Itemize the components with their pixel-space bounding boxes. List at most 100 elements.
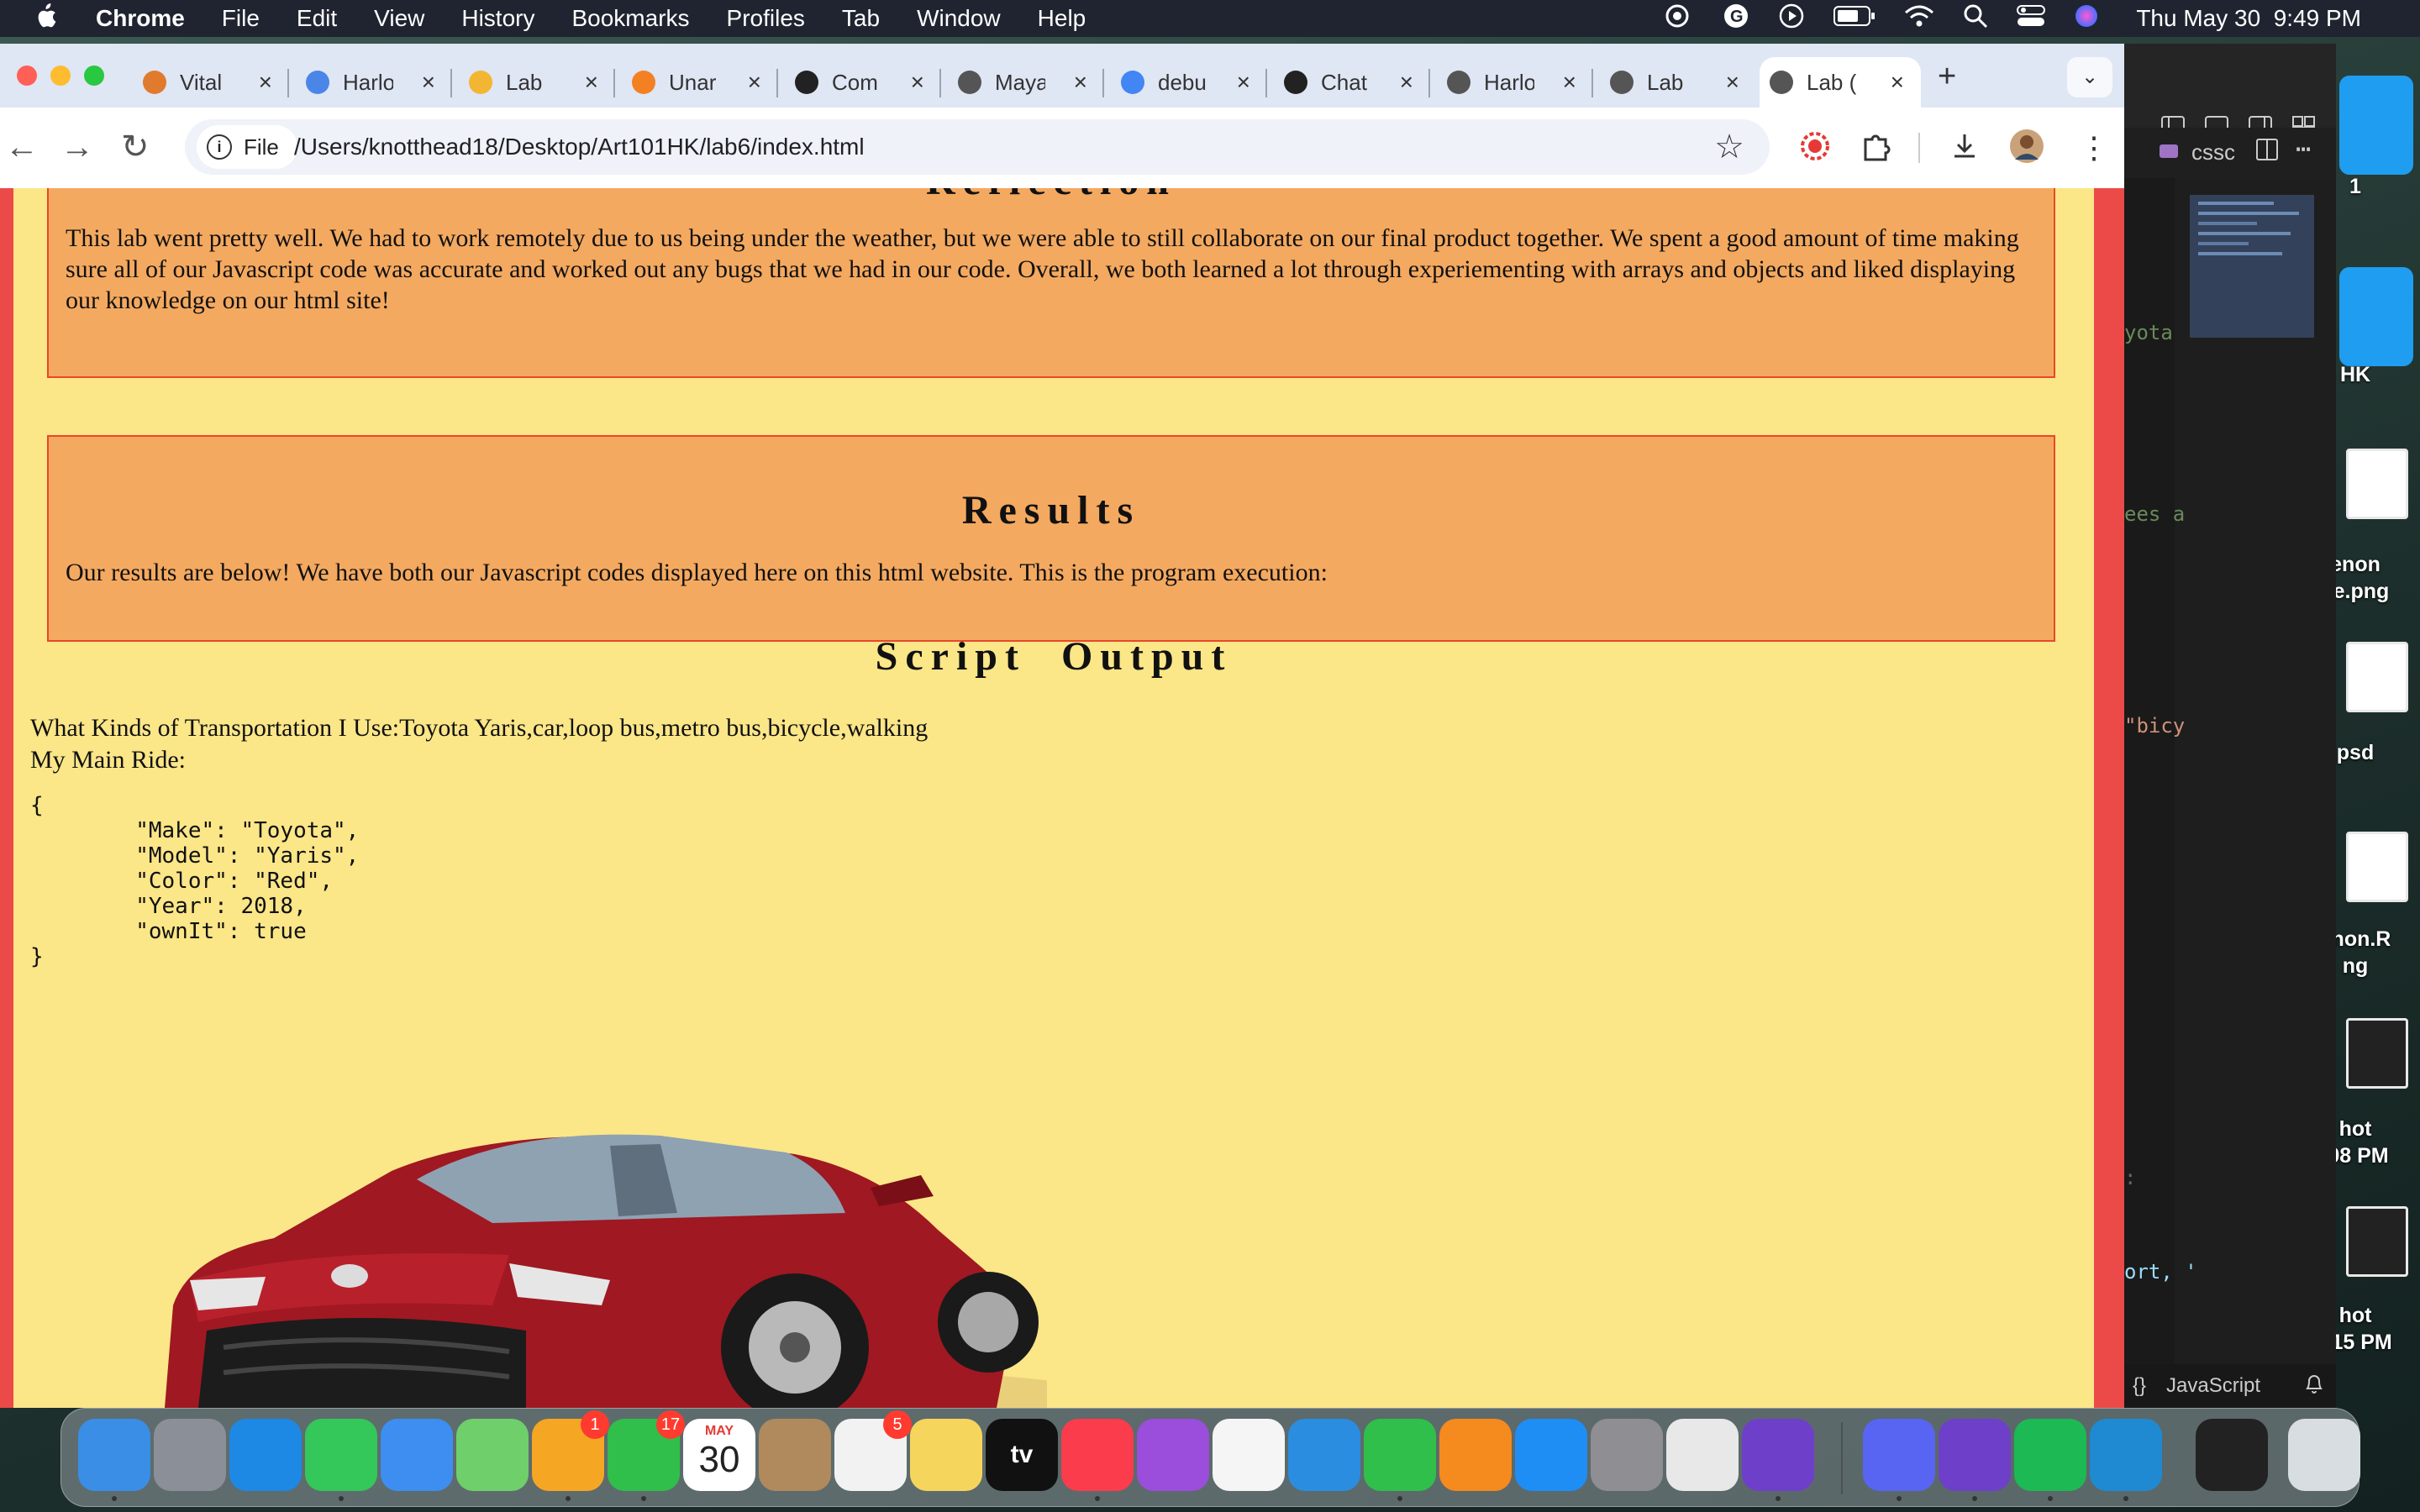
minimize-window-button[interactable]	[50, 66, 71, 86]
menu-view[interactable]: View	[374, 5, 424, 32]
menu-file[interactable]: File	[222, 5, 260, 32]
site-info-chip[interactable]: i File	[197, 125, 297, 169]
browser-tab[interactable]: Lab ×	[469, 57, 598, 108]
trash-icon[interactable]	[2288, 1419, 2360, 1491]
browser-tab[interactable]: Com ×	[795, 57, 924, 108]
close-tab-icon[interactable]: ×	[1237, 69, 1250, 96]
finder-icon[interactable]	[78, 1419, 150, 1491]
browser-tab[interactable]: Harlo ×	[306, 57, 435, 108]
browser-tab[interactable]: Harlo ×	[1447, 57, 1576, 108]
appstore-icon[interactable]	[1515, 1419, 1587, 1491]
settings-icon[interactable]	[1591, 1419, 1663, 1491]
close-tab-icon[interactable]: ×	[585, 69, 598, 96]
calendar-icon[interactable]: MAY 30	[683, 1419, 755, 1491]
menu-profiles[interactable]: Profiles	[727, 5, 805, 32]
close-tab-icon[interactable]: ×	[1563, 69, 1576, 96]
github-desktop-icon[interactable]	[1742, 1419, 1814, 1491]
chrome-icon[interactable]	[1666, 1419, 1739, 1491]
more-actions-icon[interactable]: ⋯	[2296, 134, 2311, 164]
desktop-image-thumb-icon[interactable]	[2346, 832, 2408, 902]
extensions-puzzle-icon[interactable]	[1860, 131, 1891, 168]
news-icon[interactable]	[1213, 1419, 1285, 1491]
safari-icon[interactable]	[229, 1419, 302, 1491]
creative-cloud-icon[interactable]	[1660, 3, 1694, 34]
siri-icon[interactable]	[2074, 3, 2099, 34]
menu-help[interactable]: Help	[1038, 5, 1086, 32]
url-text[interactable]: /Users/knotthead18/Desktop/Art101HK/lab6…	[294, 119, 865, 175]
reload-button[interactable]: ↻	[121, 126, 150, 168]
vscode-tab-label[interactable]: cssc	[2191, 139, 2235, 165]
close-tab-icon[interactable]: ×	[1726, 69, 1739, 96]
split-editor-icon[interactable]	[2255, 138, 2279, 165]
numbers-icon[interactable]	[1364, 1419, 1436, 1491]
downloads-icon[interactable]	[1949, 131, 1980, 168]
screenshot-thumb-icon[interactable]	[2196, 1419, 2268, 1491]
menu-bookmarks[interactable]: Bookmarks	[571, 5, 689, 32]
browser-tab[interactable]: Unar ×	[632, 57, 761, 108]
app-menu-chrome[interactable]: Chrome	[96, 5, 185, 32]
reminders-icon[interactable]: 5	[834, 1410, 912, 1491]
spotlight-search-icon[interactable]	[1963, 3, 1988, 34]
photos-icon[interactable]: 1	[532, 1410, 609, 1491]
tab-search-button[interactable]: ⌄	[2067, 57, 2112, 97]
tv-icon[interactable]: tv	[986, 1419, 1058, 1491]
close-tab-icon[interactable]: ×	[911, 69, 924, 96]
battery-icon[interactable]	[1833, 5, 1876, 33]
desktop-screenshot-thumb-icon[interactable]	[2346, 1206, 2408, 1277]
vscode-icon[interactable]	[2090, 1419, 2162, 1491]
close-tab-icon[interactable]: ×	[422, 69, 435, 96]
wifi-icon[interactable]	[1904, 4, 1934, 34]
forward-button[interactable]: →	[60, 126, 94, 168]
chrome-menu-icon[interactable]: ⋮	[2079, 131, 2109, 165]
music-icon[interactable]	[1061, 1419, 1134, 1491]
bookmark-star-icon[interactable]: ☆	[1714, 124, 1744, 170]
clock[interactable]: Thu May 30 9:49 PM	[2136, 5, 2361, 32]
contacts-icon[interactable]	[759, 1419, 831, 1491]
browser-tab[interactable]: Chat ×	[1284, 57, 1413, 108]
vscode-minimap[interactable]	[2190, 195, 2314, 338]
close-tab-icon[interactable]: ×	[748, 69, 761, 96]
close-window-button[interactable]	[17, 66, 37, 86]
browser-tab[interactable]: Maya ×	[958, 57, 1087, 108]
github-desktop-icon[interactable]	[1939, 1419, 2011, 1491]
new-tab-button[interactable]: +	[1938, 59, 1956, 95]
browser-tab[interactable]: debu ×	[1121, 57, 1250, 108]
back-button[interactable]: ←	[5, 126, 39, 168]
grammarly-icon[interactable]: G	[1723, 3, 1749, 35]
zoom-window-button[interactable]	[84, 66, 104, 86]
maps-icon[interactable]	[456, 1419, 529, 1491]
menu-history[interactable]: History	[461, 5, 534, 32]
menu-window[interactable]: Window	[917, 5, 1001, 32]
profile-avatar[interactable]	[2008, 128, 2045, 171]
notifications-bell-icon[interactable]	[2304, 1373, 2324, 1400]
browser-tab[interactable]: Lab (×	[1760, 57, 1921, 108]
extension-bc-icon[interactable]	[1800, 131, 1830, 168]
menu-edit[interactable]: Edit	[297, 5, 337, 32]
desktop-folder-icon[interactable]	[2339, 267, 2413, 366]
close-tab-icon[interactable]: ×	[1074, 69, 1087, 96]
mail-icon[interactable]	[381, 1419, 453, 1491]
discord-icon[interactable]	[1863, 1419, 1935, 1491]
close-tab-icon[interactable]: ×	[1891, 69, 1904, 96]
notes-icon[interactable]	[910, 1419, 982, 1491]
pages-icon[interactable]	[1439, 1419, 1512, 1491]
address-bar[interactable]: i File /Users/knotthead18/Desktop/Art101…	[185, 119, 1770, 175]
browser-tab[interactable]: Lab ×	[1610, 57, 1739, 108]
messages-icon[interactable]	[305, 1419, 377, 1491]
browser-tab[interactable]: Vital ×	[143, 57, 272, 108]
podcasts-icon[interactable]	[1137, 1419, 1209, 1491]
facetime-icon[interactable]: 17	[608, 1410, 685, 1491]
control-center-icon[interactable]	[2017, 3, 2046, 34]
spotify-icon[interactable]	[2014, 1419, 2086, 1491]
apple-menu-icon[interactable]	[34, 3, 57, 35]
language-mode[interactable]: JavaScript	[2166, 1374, 2260, 1398]
menu-tab[interactable]: Tab	[842, 5, 880, 32]
play-icon[interactable]	[1778, 3, 1805, 35]
close-tab-icon[interactable]: ×	[259, 69, 272, 96]
launchpad-icon[interactable]	[154, 1419, 226, 1491]
close-tab-icon[interactable]: ×	[1400, 69, 1413, 96]
desktop-image-thumb-icon[interactable]	[2346, 642, 2408, 712]
keynote-icon[interactable]	[1288, 1419, 1360, 1491]
desktop-image-thumb-icon[interactable]	[2346, 449, 2408, 519]
desktop-screenshot-thumb-icon[interactable]	[2346, 1018, 2408, 1089]
